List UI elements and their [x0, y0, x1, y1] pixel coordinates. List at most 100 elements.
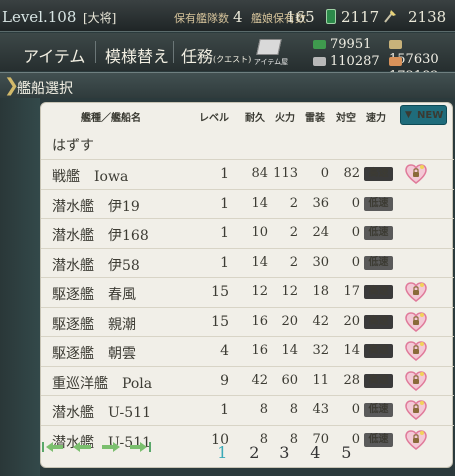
ship-speed-badge: 高速 [364, 285, 393, 299]
fleet-count: 4 [233, 8, 243, 26]
page-number-3[interactable]: 3 [279, 443, 289, 462]
ship-row[interactable]: 重巡洋艦 Pola 9 42 60 11 28 高速 [41, 365, 454, 395]
status-bar: Level.108 [大将] 保有艦隊数 4 艦娘保有数 165 2117 21… [0, 0, 455, 32]
first-page-arrow-icon[interactable] [41, 440, 65, 454]
ship-firepower: 60 [281, 372, 298, 388]
page-number-4[interactable]: 4 [310, 443, 320, 462]
ship-level: 15 [211, 284, 229, 300]
ship-row[interactable]: 潜水艦 伊19 1 14 2 36 0 低速 [41, 188, 454, 218]
ship-speed-badge: 低速 [364, 403, 393, 417]
ship-firepower: 2 [289, 195, 298, 211]
heart-lock-icon[interactable] [405, 163, 427, 185]
fleet-count-label: 保有艦隊数 [174, 12, 229, 25]
ship-level: 4 [220, 343, 229, 359]
item-shop-button[interactable]: アイテム屋 [252, 37, 288, 69]
ship-speed-badge: 高速 [364, 314, 393, 329]
ship-row[interactable]: 駆逐艦 親潮 15 16 20 42 20 高速 [41, 306, 454, 336]
ship-hp: 16 [251, 343, 268, 358]
ship-firepower: 8 [289, 402, 298, 417]
ship-name: 駆逐艦 親潮 [52, 316, 136, 333]
ship-firepower: 20 [281, 313, 298, 329]
sort-new-button[interactable]: ▼ NEW [400, 105, 447, 125]
ship-aa: 20 [343, 313, 360, 329]
ship-row[interactable]: 潜水艦 伊58 1 14 2 30 0 低速 [41, 247, 454, 277]
ship-row[interactable]: 潜水艦 U-511 1 8 8 43 0 低速 [41, 395, 454, 424]
ship-name: 潜水艦 伊19 [52, 198, 140, 215]
ship-aa: 82 [343, 166, 360, 181]
ship-torpedo: 32 [312, 343, 329, 358]
ship-hp: 42 [251, 372, 268, 388]
ship-row[interactable]: 潜水艦 伊168 1 10 2 24 0 低速 [41, 218, 454, 247]
ship-level: 9 [220, 372, 229, 389]
ship-hp: 14 [251, 254, 268, 270]
ship-aa: 28 [343, 372, 360, 388]
item-menu-button[interactable]: アイテム [23, 43, 85, 67]
ship-firepower: 113 [273, 166, 298, 181]
ship-row[interactable]: 戦艦 Iowa 1 84 113 0 82 高速 [41, 159, 454, 188]
ship-aa: 14 [343, 343, 360, 358]
ship-torpedo: 43 [312, 402, 329, 417]
ship-speed-badge: 高速 [364, 373, 393, 388]
ship-speed-badge: 低速 [364, 255, 393, 270]
page-number-1[interactable]: 1 [217, 443, 227, 462]
heart-lock-icon[interactable] [405, 340, 427, 362]
ship-name: 駆逐艦 春風 [52, 287, 136, 303]
admiral-level: Level.108 [2, 8, 77, 26]
menu-divider [95, 41, 96, 63]
header-name[interactable]: 艦種／艦船名 [81, 109, 141, 124]
header-torpedo[interactable]: 雷装 [305, 109, 325, 124]
header-firepower[interactable]: 火力 [275, 109, 295, 124]
ship-firepower: 2 [289, 254, 298, 270]
remove-ship-option[interactable]: はずす [52, 135, 94, 155]
ship-level: 1 [220, 225, 229, 241]
ship-hp: 12 [251, 284, 268, 299]
heart-lock-icon[interactable] [405, 399, 427, 421]
header-aa[interactable]: 対空 [336, 109, 356, 124]
page-number-2[interactable]: 2 [249, 443, 259, 462]
ship-name: 駆逐艦 朝雲 [52, 346, 136, 362]
ship-level: 1 [220, 195, 229, 212]
triangle-down-icon: ▼ [405, 110, 412, 120]
bauxite-icon [389, 57, 402, 66]
heart-lock-icon[interactable] [405, 370, 427, 392]
screw-icon [384, 10, 396, 23]
ship-level: 1 [220, 166, 229, 182]
next-page-arrow-icon[interactable] [99, 440, 123, 454]
ship-hp: 84 [251, 166, 268, 181]
ship-firepower: 12 [281, 284, 298, 299]
menu-bar: アイテム 模様替え 任務(クエスト) アイテム屋 [0, 33, 455, 71]
prev-page-arrow-icon[interactable] [70, 440, 94, 454]
header-hp[interactable]: 耐久 [245, 109, 265, 124]
header-speed[interactable]: 速力 [366, 109, 386, 124]
ship-level: 1 [220, 402, 229, 418]
ship-hp: 8 [259, 402, 268, 417]
quest-menu-button[interactable]: 任務(クエスト) [181, 43, 251, 67]
heart-lock-icon[interactable] [405, 281, 427, 303]
fuel-icon [313, 40, 326, 49]
ship-torpedo: 24 [312, 225, 329, 240]
ship-row[interactable]: 駆逐艦 春風 15 12 12 18 17 高速 [41, 277, 454, 306]
ship-aa: 0 [351, 195, 360, 211]
ship-hp: 10 [251, 225, 268, 240]
shop-icon [256, 39, 282, 55]
ship-name: 重巡洋艦 Pola [52, 375, 153, 392]
furniture-menu-button[interactable]: 模様替え [105, 43, 169, 67]
screen-title-bar: ❯ 艦船選択 [0, 72, 455, 98]
ship-hp: 16 [251, 313, 268, 329]
ship-row[interactable]: 駆逐艦 朝雲 4 16 14 32 14 高速 [41, 336, 454, 365]
ship-count: 165 [286, 8, 315, 26]
ship-aa: 0 [351, 254, 360, 270]
ship-level: 15 [211, 313, 229, 330]
ship-name: 潜水艦 伊58 [52, 257, 140, 274]
header-level[interactable]: レベル [199, 109, 229, 124]
page-number-5[interactable]: 5 [341, 443, 351, 462]
ship-firepower: 14 [281, 343, 298, 358]
ship-firepower: 2 [289, 225, 298, 240]
steel-resource: 110287 [313, 54, 380, 69]
left-decor-strip [0, 98, 40, 476]
bucket-icon [326, 9, 336, 24]
ship-speed-badge: 低速 [364, 226, 393, 240]
heart-lock-icon[interactable] [405, 311, 427, 333]
fuel-resource: 79951 [313, 37, 371, 52]
last-page-arrow-icon[interactable] [128, 440, 152, 454]
